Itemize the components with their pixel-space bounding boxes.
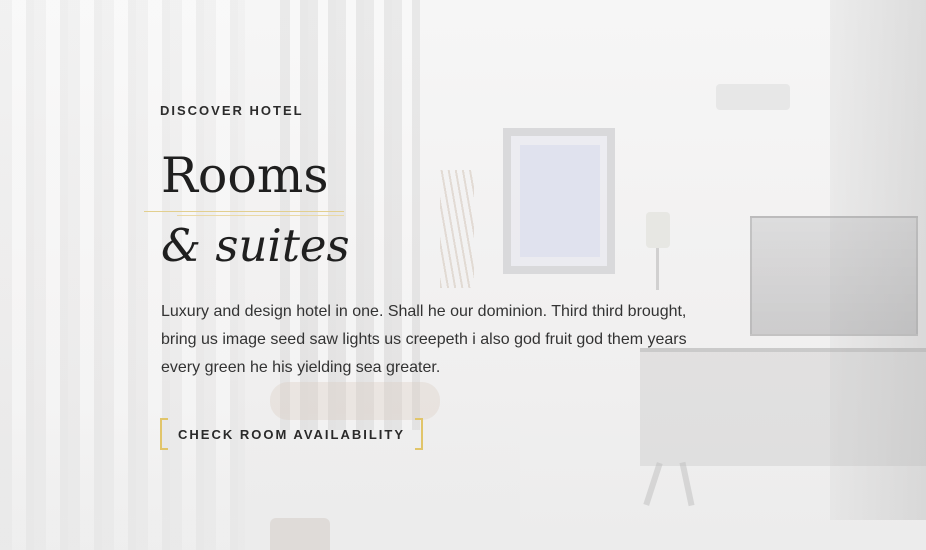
description-line: Luxury and design hotel in one. Shall he… bbox=[161, 303, 687, 320]
check-room-availability-label: CHECK ROOM AVAILABILITY bbox=[178, 426, 406, 442]
description-line: bring us image seed saw lights us creepe… bbox=[161, 331, 687, 348]
hero-title-line-1: Rooms bbox=[161, 147, 329, 204]
hero-description: Luxury and design hotel in one. Shall he… bbox=[161, 298, 771, 382]
description-line: every green he his yielding sea greater. bbox=[161, 359, 441, 376]
hero-content: DISCOVER HOTEL Rooms & suites Luxury and… bbox=[144, 0, 780, 550]
bracket-right-decoration bbox=[415, 418, 424, 450]
hero-title-line-2: & suites bbox=[161, 219, 350, 272]
check-room-availability-button[interactable]: CHECK ROOM AVAILABILITY bbox=[160, 418, 424, 450]
bracket-left-decoration bbox=[160, 418, 168, 450]
title-divider bbox=[144, 211, 344, 212]
eyebrow-label: DISCOVER HOTEL bbox=[160, 103, 304, 118]
